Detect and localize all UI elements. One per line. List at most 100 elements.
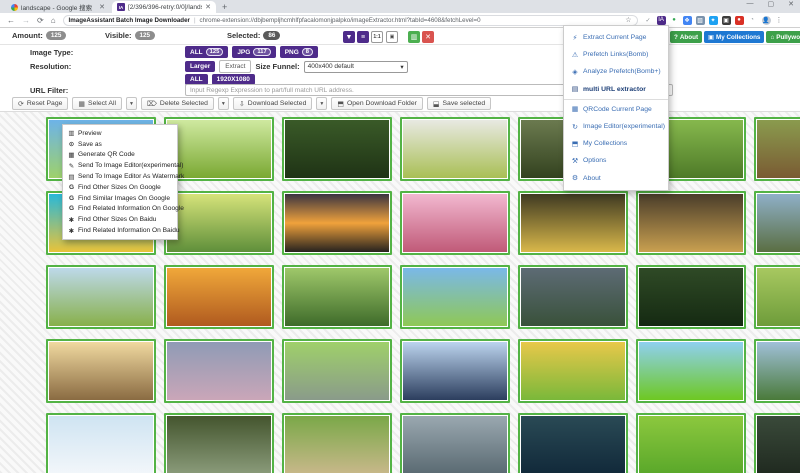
type-button-png[interactable]: PNG8 — [280, 46, 318, 58]
address-bar[interactable]: ImageAssistant Batch Image Downloader | … — [63, 15, 638, 26]
context-menu-item[interactable]: ✎Send To Image Editor(experimental) — [63, 160, 177, 171]
image-thumbnail[interactable] — [636, 265, 746, 329]
qr-extension-icon[interactable]: ▣ — [722, 16, 731, 25]
image-thumbnail[interactable] — [400, 413, 510, 473]
minimize-button[interactable]: — — [747, 0, 754, 8]
image-thumbnail[interactable] — [46, 413, 156, 473]
new-tab-button[interactable]: + — [222, 2, 227, 12]
image-thumbnail[interactable] — [754, 191, 800, 255]
image-thumbnail[interactable] — [518, 413, 628, 473]
image-thumbnail[interactable] — [754, 339, 800, 403]
type-button-all[interactable]: ALL125 — [185, 46, 228, 58]
image-thumbnail[interactable] — [282, 339, 392, 403]
download-selected-button[interactable]: ⇩Download Selected — [233, 97, 312, 110]
image-thumbnail[interactable] — [754, 117, 800, 181]
image-thumbnail[interactable] — [282, 117, 392, 181]
image-thumbnail[interactable] — [282, 413, 392, 473]
tab-close-icon[interactable]: ✕ — [205, 3, 211, 11]
image-thumbnail[interactable] — [164, 339, 274, 403]
larger-button[interactable]: Larger — [185, 61, 215, 72]
close-window-button[interactable]: ✕ — [788, 0, 794, 8]
image-thumbnail[interactable] — [754, 413, 800, 473]
context-menu-item[interactable]: ▤Send To Image Editor As Watermark — [63, 171, 177, 182]
size-funnel-select[interactable]: 400x400 default ▾ — [304, 61, 408, 73]
app-menu-item[interactable]: ↻Image Editor(experimental) — [564, 118, 668, 135]
bookmark-star-icon[interactable]: ☆ — [625, 16, 631, 24]
image-thumbnail[interactable] — [636, 191, 746, 255]
image-thumbnail[interactable] — [46, 265, 156, 329]
type-button-jpg[interactable]: JPG117 — [232, 46, 275, 58]
app-menu-item[interactable]: ⬒My Collections — [564, 135, 668, 152]
image-thumbnail[interactable] — [518, 191, 628, 255]
reset-page-button[interactable]: ⟳Reset Page — [12, 97, 68, 110]
image-thumbnail[interactable] — [518, 265, 628, 329]
context-menu-item[interactable]: ▦Generate QR Code — [63, 150, 177, 161]
image-thumbnail[interactable] — [400, 339, 510, 403]
context-menu-item[interactable]: GFind Similar Images On Google — [63, 193, 177, 204]
download-all-icon[interactable]: ▥ — [408, 31, 420, 43]
reload-button[interactable]: ⟳ — [37, 16, 44, 25]
check-icon[interactable]: ✓ — [644, 16, 653, 25]
app-menu-item[interactable]: ⚒Options — [564, 152, 668, 169]
imageassistant-icon[interactable]: IA — [657, 16, 666, 25]
open-download-folder-button[interactable]: ⬒Open Download Folder — [331, 97, 423, 110]
image-thumbnail[interactable] — [400, 265, 510, 329]
adblock-extension-icon[interactable]: ● — [735, 16, 744, 25]
image-thumbnail[interactable] — [164, 413, 274, 473]
forward-button[interactable]: → — [22, 16, 30, 25]
close-panel-icon[interactable]: ✕ — [422, 31, 434, 43]
blue-app-extension-icon[interactable]: ❖ — [683, 16, 692, 25]
app-menu-item[interactable]: ▤multi URL extractor — [564, 81, 668, 98]
image-thumbnail[interactable] — [282, 265, 392, 329]
image-thumbnail[interactable] — [518, 339, 628, 403]
context-menu-item[interactable]: GFind Other Sizes On Google — [63, 182, 177, 193]
image-thumbnail[interactable] — [754, 265, 800, 329]
camera-icon[interactable]: ▣ — [386, 31, 398, 43]
image-thumbnail[interactable] — [636, 339, 746, 403]
image-thumbnail[interactable] — [400, 191, 510, 255]
bird-extension-icon[interactable]: ✦ — [709, 16, 718, 25]
tab-image-extractor[interactable]: IA [2/396/396-retry:0/0]/landsc... ✕ — [112, 1, 216, 13]
maximize-button[interactable]: ▢ — [768, 0, 775, 8]
app-menu-item[interactable]: ⚠Prefetch Links(Bomb) — [564, 46, 668, 63]
image-thumbnail[interactable] — [46, 339, 156, 403]
filter-icon[interactable]: ▼ — [343, 31, 355, 43]
context-menu-item[interactable]: ⊙Save as — [63, 139, 177, 150]
context-menu-item[interactable]: GFind Related Information On Google — [63, 204, 177, 215]
home-button[interactable]: ⌂ — [51, 16, 56, 25]
image-thumbnail[interactable] — [400, 117, 510, 181]
context-menu-item[interactable]: ▥Preview — [63, 128, 177, 139]
tab-close-icon[interactable]: ✕ — [99, 3, 105, 11]
context-menu-item[interactable]: ✱Find Related Information On Baidu — [63, 225, 177, 236]
about-button[interactable]: ?About — [670, 31, 702, 43]
browser-menu-icon[interactable]: ⋮ — [776, 16, 783, 24]
extract-button[interactable]: Extract — [219, 60, 251, 73]
app-menu-item[interactable]: ⚡Extract Current Page — [564, 29, 668, 46]
image-type-buttons: ALL125 JPG117 PNG8 — [185, 46, 318, 58]
save-selected-button[interactable]: ⬓Save selected — [427, 97, 491, 110]
screenshot-extension-icon[interactable]: ▧ — [696, 16, 705, 25]
image-thumbnail[interactable] — [164, 265, 274, 329]
aspect-ratio-icon[interactable]: 1:1 — [371, 31, 383, 43]
download-selected-button-dropdown[interactable]: ▼ — [316, 97, 327, 110]
delete-selected-button[interactable]: ⌦Delete Selected — [141, 97, 214, 110]
select-all-button[interactable]: ▦Select All — [72, 97, 122, 110]
pullywood-production-button[interactable]: ⌂Pullywood Production — [766, 31, 800, 43]
select-all-button-dropdown[interactable]: ▼ — [126, 97, 137, 110]
green-dot-extension-icon[interactable]: ● — [670, 16, 679, 25]
image-thumbnail[interactable] — [282, 191, 392, 255]
context-menu-item[interactable]: ✱Find Other Sizes On Baidu — [63, 214, 177, 225]
image-thumbnail[interactable] — [164, 117, 274, 181]
image-thumbnail[interactable] — [164, 191, 274, 255]
app-menu-item[interactable]: ⚙About — [564, 170, 668, 187]
app-menu-item[interactable]: ◈Analyze Prefetch(Bomb+) — [564, 63, 668, 80]
ghost-extension-icon[interactable]: ◔ — [748, 16, 757, 25]
app-menu-item[interactable]: ▦QRCode Current Page — [564, 101, 668, 118]
profile-avatar[interactable]: 👤 — [762, 16, 771, 25]
tab-google-search[interactable]: landscape - Google 搜索 ✕ — [6, 1, 110, 13]
image-thumbnail[interactable] — [636, 413, 746, 473]
delete-selected-button-dropdown[interactable]: ▼ — [218, 97, 229, 110]
back-button[interactable]: ← — [7, 16, 15, 25]
list-view-icon[interactable]: ≡ — [357, 31, 369, 43]
my-collections-button[interactable]: ▣My Collections — [704, 31, 764, 43]
